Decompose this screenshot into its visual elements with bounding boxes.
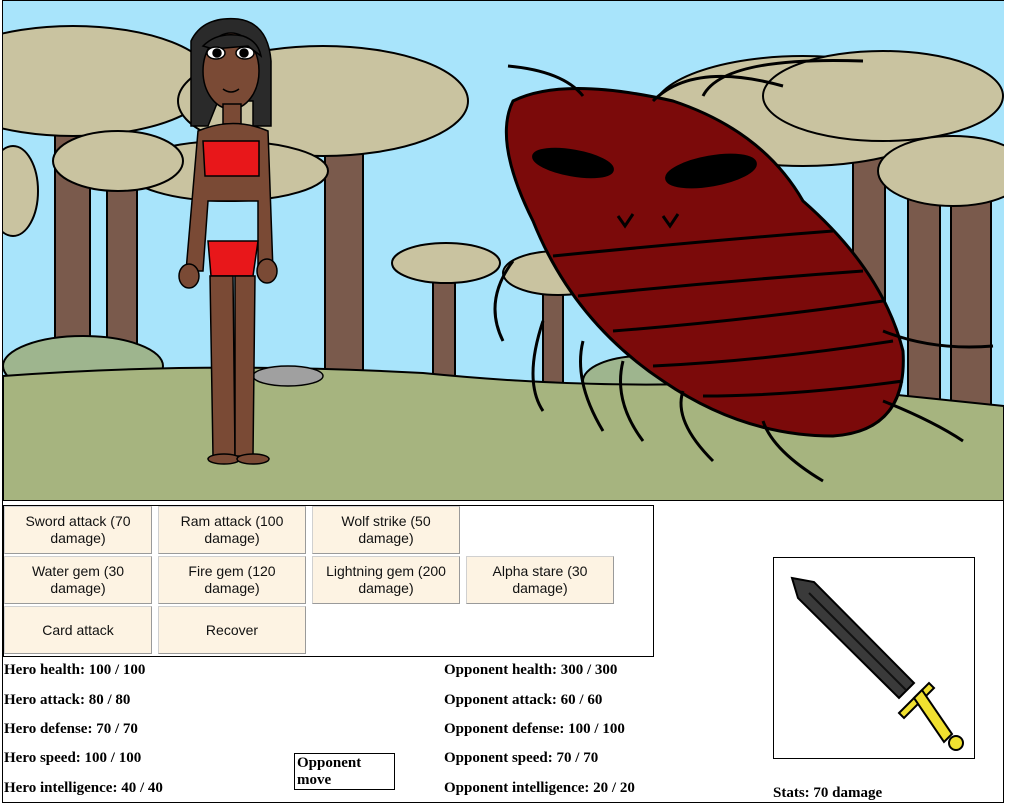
hero-attack: Hero attack: 80 / 80 <box>4 692 131 708</box>
hero-defense: Hero defense: 70 / 70 <box>4 721 138 737</box>
opponent-speed: Opponent speed: 70 / 70 <box>444 750 599 766</box>
fire-gem-button[interactable]: Fire gem (120 damage) <box>158 556 306 604</box>
ram-attack-button[interactable]: Ram attack (100 damage) <box>158 506 306 554</box>
opponent-health: Opponent health: 300 / 300 <box>444 662 618 678</box>
recover-button[interactable]: Recover <box>158 606 306 654</box>
opponent-intelligence: Opponent intelligence: 20 / 20 <box>444 780 635 796</box>
opponent-defense: Opponent defense: 100 / 100 <box>444 721 625 737</box>
alpha-stare-button[interactable]: Alpha stare (30 damage) <box>466 556 614 604</box>
hero-speed: Hero speed: 100 / 100 <box>4 750 142 766</box>
opponent-attack: Opponent attack: 60 / 60 <box>444 692 603 708</box>
wolf-strike-button[interactable]: Wolf strike (50 damage) <box>312 506 460 554</box>
equipped-item-box <box>773 557 975 759</box>
sword-icon <box>790 576 964 751</box>
lightning-gem-button[interactable]: Lightning gem (200 damage) <box>312 556 460 604</box>
hero-health: Hero health: 100 / 100 <box>4 662 146 678</box>
sword-attack-button[interactable]: Sword attack (70 damage) <box>4 506 152 554</box>
action-panel: Sword attack (70 damage) Ram attack (100… <box>3 505 654 657</box>
rock <box>252 365 324 387</box>
item-stats: Stats: 70 damage <box>773 785 883 801</box>
opponent-move-box: Opponent move <box>294 753 395 790</box>
battle-scene <box>3 1 1004 501</box>
card-attack-button[interactable]: Card attack <box>4 606 152 654</box>
hero-intelligence: Hero intelligence: 40 / 40 <box>4 780 163 796</box>
water-gem-button[interactable]: Water gem (30 damage) <box>4 556 152 604</box>
